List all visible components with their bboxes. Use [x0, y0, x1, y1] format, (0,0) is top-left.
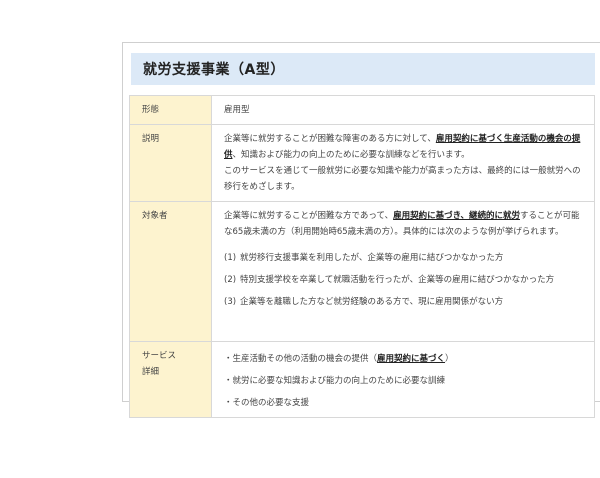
target-emphasis: 雇用契約に基づき、継続的に就労: [393, 211, 520, 221]
service-item-text: ・生産活動その他の活動の機会の提供（: [224, 354, 378, 364]
table-row-description: 説明 企業等に就労することが困難な障害のある方に対して、雇用契約に基づく生産活動…: [129, 124, 595, 202]
target-intro-text: 企業等に就労することが困難な方であって、: [224, 211, 394, 221]
label-service: サービス 詳細: [129, 341, 212, 418]
list-item: (1) 就労移行支援事業を利用したが、企業等の雇用に結びつかなかった方: [224, 250, 584, 266]
table-row-target: 対象者 企業等に就労することが困難な方であって、雇用契約に基づき、継続的に就労す…: [129, 201, 595, 342]
description-paragraph-1: 企業等に就労することが困難な障害のある方に対して、雇用契約に基づく生産活動の機会…: [224, 131, 584, 163]
service-emphasis: 雇用契約に基づく: [377, 354, 446, 364]
table-row-service: サービス 詳細 ・生産活動その他の活動の機会の提供（雇用契約に基づく） ・就労に…: [129, 341, 595, 418]
list-item: (3) 企業等を離職した方など就労経験のある方で、現に雇用関係がない方: [224, 294, 584, 310]
target-intro: 企業等に就労することが困難な方であって、雇用契約に基づき、継続的に就労することが…: [224, 208, 584, 240]
list-item: (2) 特別支援学校を卒業して就職活動を行ったが、企業等の雇用に結びつかなかった方: [224, 272, 584, 288]
table-row-form: 形態 雇用型: [129, 95, 595, 125]
label-description: 説明: [129, 124, 212, 202]
service-item: ・生産活動その他の活動の機会の提供（雇用契約に基づく）: [224, 351, 584, 367]
list-item-text: 特別支援学校を卒業して就職活動を行ったが、企業等の雇用に結びつかなかった方: [240, 275, 555, 285]
value-form: 雇用型: [211, 95, 595, 125]
info-table: 形態 雇用型 説明 企業等に就労することが困難な障害のある方に対して、雇用契約に…: [129, 95, 595, 418]
title-bar: 就労支援事業（A型）: [131, 53, 595, 85]
description-text: 企業等に就労することが困難な障害のある方に対して、: [224, 134, 436, 144]
label-service-line1: サービス: [142, 351, 177, 361]
label-target: 対象者: [129, 201, 212, 342]
page-title: 就労支援事業（A型）: [143, 62, 285, 78]
description-text-cont: 、知識および能力の向上のために必要な訓練などを行います。: [232, 150, 470, 160]
list-item-number: (1): [224, 253, 237, 263]
list-item-text: 企業等を離職した方など就労経験のある方で、現に雇用関係がない方: [240, 297, 504, 307]
service-item-text-cont: ）: [445, 354, 454, 364]
list-item-number: (2): [224, 275, 237, 285]
description-paragraph-2: このサービスを通じて一般就労に必要な知識や能力が高まった方は、最終的には一般就労…: [224, 166, 581, 192]
service-item: ・就労に必要な知識および能力の向上のために必要な訓練: [224, 376, 446, 386]
label-service-line2: 詳細: [142, 367, 160, 377]
service-item: ・その他の必要な支援: [224, 398, 310, 408]
service-info-card: 就労支援事業（A型） 形態 雇用型 説明 企業等に就労することが困難な障害のある…: [122, 42, 600, 418]
list-item-text: 就労移行支援事業を利用したが、企業等の雇用に結びつかなかった方: [240, 253, 504, 263]
value-description: 企業等に就労することが困難な障害のある方に対して、雇用契約に基づく生産活動の機会…: [211, 124, 595, 202]
value-service: ・生産活動その他の活動の機会の提供（雇用契約に基づく） ・就労に必要な知識および…: [211, 341, 595, 418]
label-form: 形態: [129, 95, 212, 125]
list-item-number: (3): [224, 297, 237, 307]
value-target: 企業等に就労することが困難な方であって、雇用契約に基づき、継続的に就労することが…: [211, 201, 595, 342]
